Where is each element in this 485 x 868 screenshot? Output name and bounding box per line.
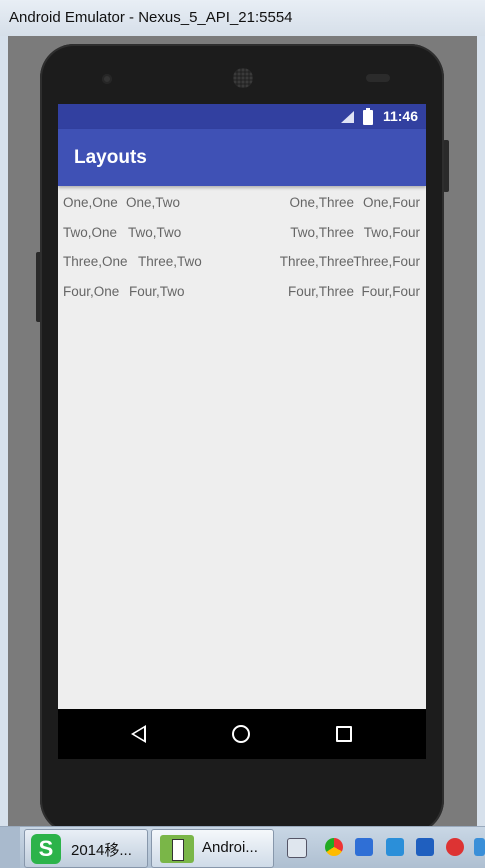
table-cell: Two,One xyxy=(63,224,118,240)
table-row: Three,One Three,Two Three,Three Three,Fo… xyxy=(58,245,426,275)
window-title-bar[interactable]: Android Emulator - Nexus_5_API_21:5554 xyxy=(0,0,485,37)
home-icon[interactable] xyxy=(232,725,250,743)
table-cell: One,Two xyxy=(126,195,181,210)
start-button[interactable] xyxy=(0,827,20,868)
table-cell: Two,Three xyxy=(290,224,354,240)
window-frame-right xyxy=(477,36,485,826)
battery-icon xyxy=(363,108,373,125)
android-studio-icon xyxy=(160,835,194,863)
network-icon[interactable] xyxy=(474,838,485,856)
app-title: Layouts xyxy=(74,147,147,168)
window-frame-left xyxy=(0,36,8,826)
table-cell: Three,Three xyxy=(279,254,354,270)
table-cell: Four,Four xyxy=(361,284,420,300)
table-cell: Four,One xyxy=(63,284,120,300)
taskbar-item-android[interactable]: Androi... xyxy=(151,829,274,868)
table-cell: One,Four xyxy=(362,195,420,210)
table-layout: One,One One,Two One,Three One,Four Two,O… xyxy=(58,186,426,305)
table-cell: Two,Four xyxy=(363,224,420,240)
window-title: Android Emulator - Nexus_5_API_21:5554 xyxy=(9,9,293,26)
taskbar-item-wps[interactable]: S 2014移... xyxy=(24,829,148,868)
table-row: Two,One Two,Two Two,Three Two,Four xyxy=(58,216,426,246)
back-icon[interactable] xyxy=(131,725,146,743)
phone-screen: 11:46 Layouts One,One One,Two One,Three … xyxy=(58,104,426,759)
security-icon[interactable] xyxy=(446,838,464,856)
status-time: 11:46 xyxy=(382,108,418,124)
table-cell: Three,One xyxy=(63,254,128,270)
browser-icon[interactable] xyxy=(325,838,343,856)
table-cell: Three,Two xyxy=(138,254,202,270)
table-row: One,One One,Two One,Three One,Four xyxy=(58,186,426,216)
wps-icon: S xyxy=(31,834,61,864)
status-bar: 11:46 xyxy=(58,104,426,129)
table-cell: One,Three xyxy=(289,195,354,210)
table-cell: Four,Two xyxy=(129,284,185,300)
cube-icon[interactable] xyxy=(355,838,373,856)
taskbar: S 2014移... Androi... xyxy=(0,826,485,868)
signal-icon xyxy=(341,111,354,123)
table-cell: One,One xyxy=(63,195,118,210)
recent-apps-icon[interactable] xyxy=(336,726,352,742)
table-cell: Two,Two xyxy=(128,224,182,240)
table-cell: Three,Four xyxy=(353,254,420,270)
app-bar: Layouts xyxy=(58,129,426,186)
table-row: Four,One Four,Two Four,Three Four,Four xyxy=(58,275,426,305)
taskbar-item-label: 2014移... xyxy=(71,842,132,859)
keyboard-icon[interactable] xyxy=(287,838,307,858)
sensor-icon xyxy=(366,74,390,82)
speaker-icon xyxy=(233,68,253,88)
shield-icon[interactable] xyxy=(416,838,434,856)
table-cell: Four,Three xyxy=(287,284,354,300)
chat-icon[interactable] xyxy=(386,838,404,856)
navigation-bar xyxy=(58,709,426,759)
taskbar-item-label: Androi... xyxy=(202,839,258,856)
camera-icon xyxy=(102,74,112,84)
